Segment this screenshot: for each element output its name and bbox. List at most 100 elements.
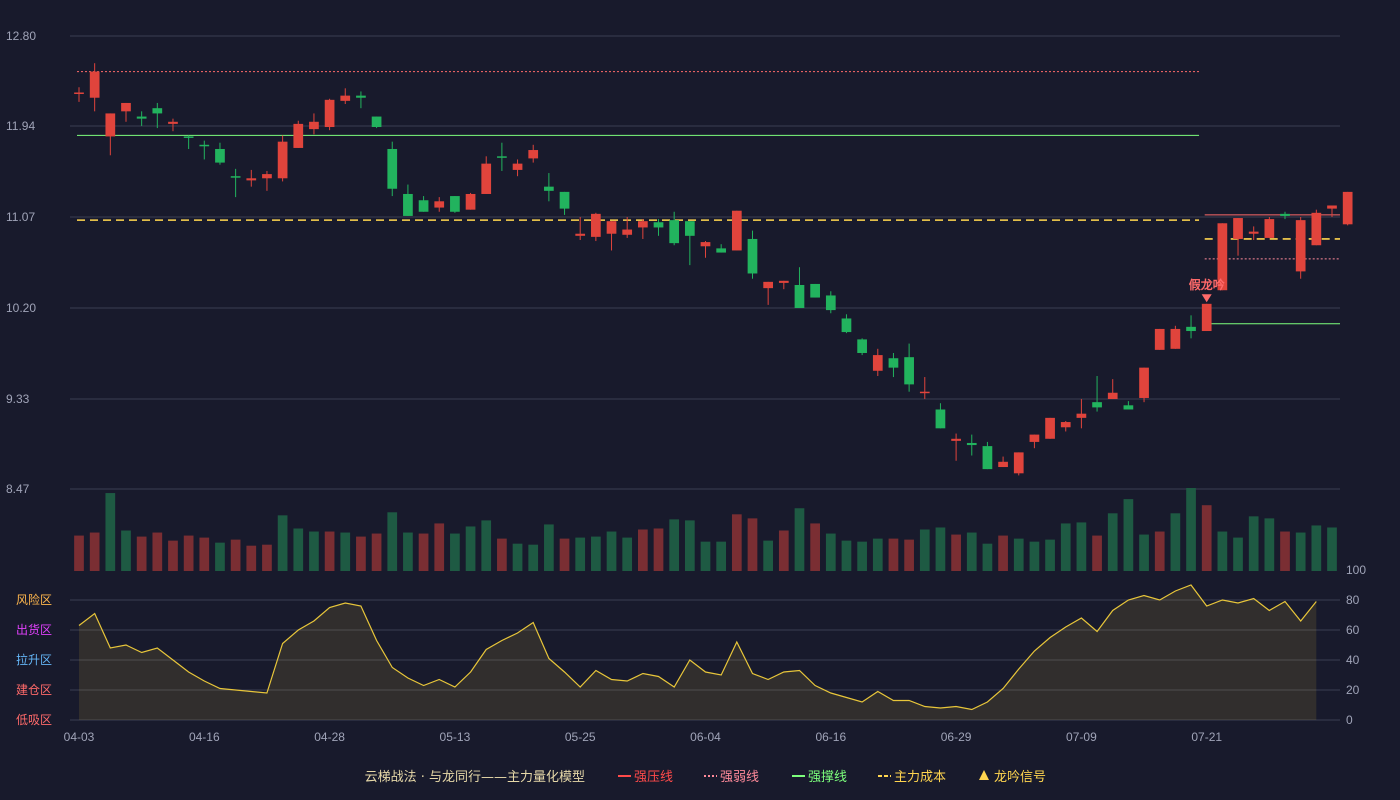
candle-body [606,221,617,234]
volume-bar [1123,499,1134,571]
candle-body [904,357,914,385]
volume-bar [669,519,680,571]
candle-body [1139,367,1149,398]
volume-bar [277,515,288,571]
candle-body [512,163,523,170]
signal-arrow [1201,294,1212,303]
price-tick-label: 10.20 [6,301,36,315]
volume-bar [794,508,805,571]
price-tick-label: 11.07 [6,210,35,224]
date-tick-label: 04-03 [64,730,95,744]
candle-body [951,438,961,441]
candle-body [1170,328,1181,349]
candle-body [669,220,680,244]
volume-bars [74,488,1337,571]
volume-bar [1217,531,1228,571]
volume-bar [904,539,914,571]
candle-body [731,210,742,251]
volume-bar [700,541,711,571]
volume-bar [575,537,586,571]
candle-body [199,144,210,147]
volume-bar [1092,535,1102,571]
candlesticks [74,63,1353,476]
volume-bar [763,540,774,571]
volume-bar [872,538,883,571]
candle-body [1092,402,1102,408]
candle-body [919,391,930,394]
candle-body [841,318,852,333]
volume-bar [1186,488,1196,571]
signal-annotation: 假龙吟 [1189,277,1225,303]
candle-body [418,200,429,212]
volume-bar [168,540,178,571]
volume-bar [1029,541,1040,571]
date-tick-label: 05-25 [565,730,596,744]
volume-bar [183,535,194,571]
volume-bar [637,529,648,571]
price-tick-label: 11.94 [6,119,35,133]
candle-body [403,193,413,216]
candle-body [168,121,178,124]
candle-body [1045,417,1055,439]
volume-bar [919,529,930,571]
volume-bar [1139,534,1149,571]
candle-body [622,229,633,235]
candle-body [700,242,711,247]
candle-body [497,156,507,158]
candle-body [684,221,695,236]
zone-label: 拉升区 [16,652,52,667]
date-tick-label: 06-04 [690,730,721,744]
candle-body [450,196,460,212]
volume-bar [481,520,492,571]
candle-body [465,193,476,210]
candle-body [309,121,319,130]
candle-body [1342,191,1353,225]
volume-bar [74,535,84,571]
volume-bar [89,532,100,571]
candle-body [1123,405,1134,410]
candle-body [1013,452,1024,474]
volume-bar [1107,513,1118,571]
candle-body [966,442,977,446]
price-tick-label: 12.80 [6,29,36,43]
volume-bar [356,536,366,571]
volume-bar [1201,505,1212,571]
date-axis: 04-03 04-16 04-28 05-13 05-25 06-04 06-16 06-29… [64,730,1223,744]
zone-label: 低吸区 [16,713,52,727]
candle-body [1029,434,1040,442]
volume-bar [1170,513,1181,571]
indicator-tick-label: 100 [1346,563,1366,577]
candle-body [1295,220,1306,272]
date-tick-label: 07-09 [1066,730,1097,744]
volume-bar [731,514,742,571]
volume-bar [716,541,727,571]
candle-body [1154,328,1165,350]
volume-bar [340,532,351,571]
date-tick-label: 06-16 [815,730,846,744]
candle-body [591,213,601,237]
volume-bar [1013,538,1024,571]
date-tick-label: 04-28 [314,730,345,744]
candle-body [1186,326,1196,332]
candle-body [1060,422,1071,428]
candle-body [1233,218,1243,239]
candle-body [387,148,398,189]
volume-bar [966,532,977,571]
candle-body [1107,392,1118,400]
candle-body [152,108,163,114]
candle-body [277,141,288,179]
volume-bar [418,533,429,571]
candle-body [935,409,946,429]
volume-bar [1311,525,1322,571]
volume-bar [825,533,836,571]
volume-bar [230,539,241,571]
volume-bar [512,543,523,571]
volume-bar [465,526,476,571]
candle-body [575,233,586,236]
candle-body [1280,213,1290,216]
volume-bar [324,531,335,571]
price-gridlines [70,35,1340,490]
candle-body [89,71,100,98]
volume-bar [778,530,789,571]
candle-body [1248,231,1259,234]
